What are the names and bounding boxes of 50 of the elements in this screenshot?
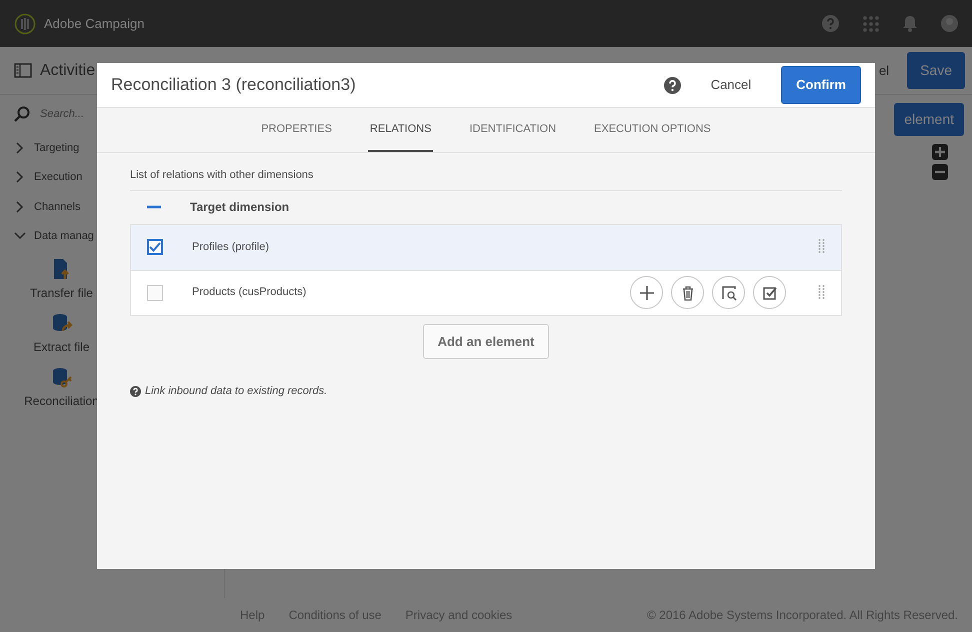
cancel-link[interactable]: el: [878, 60, 890, 80]
validate-button[interactable]: [753, 276, 786, 309]
cancel-button[interactable]: Cancel: [696, 69, 766, 101]
help-icon: [130, 386, 141, 397]
chevron-right-icon[interactable]: [14, 200, 26, 213]
category-label[interactable]: Data manag: [34, 228, 94, 244]
chevron-right-icon[interactable]: [14, 171, 26, 184]
drag-handle-icon[interactable]: [818, 284, 825, 300]
row-label: Profiles (profile): [192, 240, 270, 255]
activity-label[interactable]: Reconciliation: [24, 392, 99, 410]
checkbox[interactable]: [147, 284, 163, 300]
section-title: List of relations with other dimensions: [130, 167, 842, 190]
dialog-title: Reconciliation 3 (reconciliation3): [111, 74, 356, 96]
panel-title: Activitie: [40, 60, 96, 80]
checkmark-icon: [149, 242, 161, 252]
delete-button[interactable]: [671, 276, 704, 309]
table-row[interactable]: Profiles (profile): [131, 224, 841, 270]
preview-button[interactable]: [712, 276, 745, 309]
add-button[interactable]: [630, 276, 663, 309]
add-element-button[interactable]: element: [894, 103, 964, 136]
panel-icon[interactable]: [14, 63, 32, 78]
help-icon[interactable]: [664, 76, 681, 94]
search-icon: [14, 106, 30, 122]
drag-handle-icon[interactable]: [818, 239, 825, 255]
zoom-out-icon[interactable]: [932, 164, 948, 180]
chevron-right-icon[interactable]: [14, 142, 26, 154]
category-label[interactable]: Targeting: [34, 140, 80, 156]
tab[interactable]: PROPERTIES: [259, 108, 334, 152]
search-field[interactable]: Search...: [38, 105, 188, 124]
column-header: Target dimension: [190, 199, 290, 216]
zoom-in-icon[interactable]: [932, 144, 948, 160]
add-element-button[interactable]: Add an element: [422, 324, 550, 359]
tab[interactable]: RELATIONS: [368, 108, 434, 152]
tab[interactable]: EXECUTION OPTIONS: [592, 108, 713, 152]
checkbox[interactable]: [147, 239, 163, 255]
confirm-button[interactable]: Confirm: [781, 66, 861, 104]
table-row[interactable]: Products (cusProducts): [131, 270, 841, 314]
row-label: Products (cusProducts): [192, 285, 306, 300]
activity-label[interactable]: Transfer file: [30, 284, 93, 302]
avatar-icon[interactable]: [941, 15, 958, 32]
save-button[interactable]: Save: [907, 52, 965, 89]
category-label[interactable]: Execution: [34, 169, 82, 186]
category-label[interactable]: Channels: [34, 198, 80, 215]
help-note: Link inbound data to existing records.: [145, 384, 328, 399]
tab[interactable]: IDENTIFICATION: [467, 108, 558, 152]
activity-icon[interactable]: [50, 366, 72, 388]
logo-icon: [14, 12, 36, 34]
activity-icon[interactable]: [50, 312, 72, 334]
app-title: Adobe Campaign: [44, 14, 144, 33]
activity-label[interactable]: Extract file: [33, 338, 90, 356]
